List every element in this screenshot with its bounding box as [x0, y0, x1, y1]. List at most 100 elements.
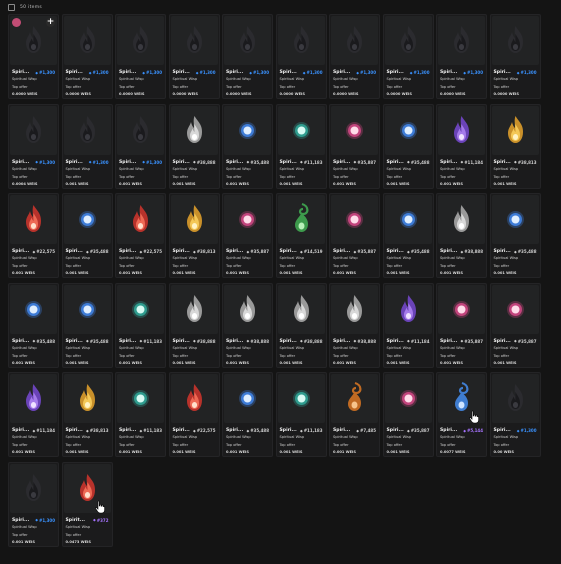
card-thumbnail[interactable]	[277, 374, 325, 423]
nft-card[interactable]: Spiri... ◆ #11,184 Spiritual Wisp Top of…	[436, 103, 487, 189]
card-thumbnail[interactable]	[224, 374, 271, 423]
card-thumbnail[interactable]	[63, 16, 111, 65]
card-thumbnail[interactable]	[63, 195, 111, 244]
card-thumbnail[interactable]	[224, 16, 271, 65]
card-thumbnail[interactable]	[491, 195, 539, 244]
nft-card[interactable]: Spiri... ◆ #14,519 Spiritual Wisp Top of…	[275, 193, 327, 278]
card-thumbnail[interactable]	[117, 195, 164, 244]
card-thumbnail[interactable]	[384, 374, 432, 423]
nft-card[interactable]: Spiri... ◆ #35,488 Spiritual Wisp Top of…	[222, 372, 273, 457]
card-thumbnail[interactable]	[170, 16, 218, 65]
card-thumbnail[interactable]	[277, 284, 325, 334]
nft-card[interactable]: Spiri... ◆ #1,300 Spiritual Wisp Top off…	[489, 372, 541, 457]
card-thumbnail[interactable]	[224, 284, 271, 334]
card-thumbnail[interactable]	[63, 374, 111, 423]
plus-icon[interactable]: +	[46, 18, 55, 27]
card-thumbnail[interactable]	[117, 16, 164, 65]
card-thumbnail[interactable]	[438, 284, 485, 334]
card-thumbnail[interactable]	[438, 16, 485, 65]
nft-card[interactable]: Spiri... ◆ #5,144 Spiritual Wisp Top off…	[436, 372, 487, 457]
checkbox-icon[interactable]	[8, 3, 15, 11]
nft-card[interactable]: Spirit... ◆ #372 Spiritual Wisp Top offe…	[61, 461, 113, 547]
nft-card[interactable]: Spiri... ◆ #35,488 Spiritual Wisp Top of…	[382, 193, 434, 278]
nft-card[interactable]: Spiri... ◆ #38,888 Spiritual Wisp Top of…	[436, 193, 487, 278]
card-thumbnail[interactable]	[63, 284, 111, 334]
nft-card[interactable]: Spiri... ◆ #35,887 Spiritual Wisp Top of…	[329, 193, 380, 278]
card-thumbnail[interactable]	[10, 195, 57, 244]
nft-card[interactable]: Spiri... ◆ #38,888 Spiritual Wisp Top of…	[275, 282, 327, 368]
nft-card[interactable]: Spiri... ◆ #38,888 Spiritual Wisp Top of…	[222, 282, 273, 368]
nft-card[interactable]: Spiri... ◆ #11,183 Spiritual Wisp Top of…	[115, 372, 166, 457]
nft-card[interactable]: Spiri... ◆ #1,300 Spiritual Wisp Top off…	[8, 103, 59, 189]
nft-card[interactable]: Spiri... ◆ #35,488 Spiritual Wisp Top of…	[8, 282, 59, 368]
card-thumbnail[interactable]	[170, 195, 218, 244]
card-thumbnail[interactable]	[117, 374, 164, 423]
card-thumbnail[interactable]	[384, 105, 432, 155]
nft-card[interactable]: Spiri... ◆ #11,183 Spiritual Wisp Top of…	[275, 372, 327, 457]
nft-card[interactable]: Spiri... ◆ #1,300 Spiritual Wisp Top off…	[115, 103, 166, 189]
nft-card[interactable]: Spiri... ◆ #35,488 Spiritual Wisp Top of…	[222, 103, 273, 189]
nft-card[interactable]: Spiri... ◆ #11,183 Spiritual Wisp Top of…	[115, 282, 166, 368]
nft-card[interactable]: Spiri... ◆ #1,300 Spiritual Wisp Top off…	[222, 14, 273, 99]
nft-card[interactable]: Spiri... ◆ #1,300 Spiritual Wisp Top off…	[382, 14, 434, 99]
nft-card[interactable]: Spiri... ◆ #11,184 Spiritual Wisp Top of…	[382, 282, 434, 368]
card-thumbnail[interactable]	[491, 16, 539, 65]
nft-card[interactable]: Spiri... ◆ #38,888 Spiritual Wisp Top of…	[168, 282, 220, 368]
card-thumbnail[interactable]	[224, 195, 271, 244]
card-thumbnail[interactable]	[170, 105, 218, 155]
card-thumbnail[interactable]	[224, 105, 271, 155]
card-thumbnail[interactable]	[438, 105, 485, 155]
nft-card[interactable]: Spiri... ◆ #1,300 Spiritual Wisp Top off…	[329, 14, 380, 99]
card-thumbnail[interactable]	[384, 195, 432, 244]
card-thumbnail[interactable]	[170, 374, 218, 423]
card-thumbnail[interactable]	[331, 284, 378, 334]
selected-marker[interactable]	[12, 18, 21, 27]
nft-card[interactable]: Spiri... ◆ #1,300 Spiritual Wisp Top off…	[61, 103, 113, 189]
nft-card[interactable]: Spiri... ◆ #38,888 Spiritual Wisp Top of…	[329, 282, 380, 368]
card-thumbnail[interactable]	[491, 105, 539, 155]
nft-card[interactable]: Spiri... ◆ #35,488 Spiritual Wisp Top of…	[382, 103, 434, 189]
card-thumbnail[interactable]	[10, 463, 57, 513]
nft-card[interactable]: Spiri... ◆ #1,300 Spiritual Wisp Top off…	[436, 14, 487, 99]
nft-card[interactable]: Spiri... ◆ #22,575 Spiritual Wisp Top of…	[168, 372, 220, 457]
nft-card[interactable]: Spiri... ◆ #35,488 Spiritual Wisp Top of…	[489, 193, 541, 278]
card-thumbnail[interactable]	[170, 284, 218, 334]
card-thumbnail[interactable]	[384, 284, 432, 334]
card-thumbnail[interactable]	[438, 195, 485, 244]
nft-card[interactable]: Spiri... ◆ #35,887 Spiritual Wisp Top of…	[329, 103, 380, 189]
nft-card[interactable]: Spiri... ◆ #1,300 Spiritual Wisp Top off…	[489, 14, 541, 99]
card-thumbnail[interactable]	[117, 105, 164, 155]
nft-card[interactable]: Spiri... ◆ #35,887 Spiritual Wisp Top of…	[489, 282, 541, 368]
nft-card[interactable]: Spiri... ◆ #1,300 Spiritual Wisp Top off…	[61, 14, 113, 99]
nft-card[interactable]: Spiri... ◆ #11,184 Spiritual Wisp Top of…	[8, 372, 59, 457]
card-thumbnail[interactable]	[10, 105, 57, 155]
nft-card[interactable]: Spiri... ◆ #1,300 Spiritual Wisp Top off…	[168, 14, 220, 99]
nft-card[interactable]: Spiri... ◆ #35,887 Spiritual Wisp Top of…	[436, 282, 487, 368]
card-thumbnail[interactable]	[331, 374, 378, 423]
nft-card[interactable]: Spiri... ◆ #22,575 Spiritual Wisp Top of…	[8, 193, 59, 278]
card-thumbnail[interactable]	[331, 195, 378, 244]
card-thumbnail[interactable]	[331, 16, 378, 65]
card-thumbnail[interactable]	[491, 374, 539, 423]
card-thumbnail[interactable]	[277, 195, 325, 244]
card-thumbnail[interactable]	[10, 284, 57, 334]
nft-card[interactable]: Spiri... ◆ #1,300 Spiritual Wisp Top off…	[115, 14, 166, 99]
card-thumbnail[interactable]	[331, 105, 378, 155]
nft-card[interactable]: Spiri... ◆ #35,488 Spiritual Wisp Top of…	[61, 282, 113, 368]
card-thumbnail[interactable]	[117, 284, 164, 334]
nft-card[interactable]: Spiri... ◆ #1,300 Spiritual Wisp Top off…	[8, 461, 59, 547]
card-thumbnail[interactable]	[491, 284, 539, 334]
nft-card[interactable]: Spiri... ◆ #35,488 Spiritual Wisp Top of…	[61, 193, 113, 278]
nft-card[interactable]: Spiri... ◆ #38,888 Spiritual Wisp Top of…	[168, 103, 220, 189]
nft-card[interactable]: Spiri... ◆ #1,300 Spiritual Wisp Top off…	[8, 14, 59, 99]
nft-card[interactable]: Spiri... ◆ #35,887 Spiritual Wisp Top of…	[382, 372, 434, 457]
card-thumbnail[interactable]	[10, 374, 57, 423]
nft-card[interactable]: Spiri... ◆ #1,300 Spiritual Wisp Top off…	[275, 14, 327, 99]
nft-card[interactable]: Spiri... ◆ #38,813 Spiritual Wisp Top of…	[489, 103, 541, 189]
nft-card[interactable]: Spiri... ◆ #7,485 Spiritual Wisp Top off…	[329, 372, 380, 457]
nft-card[interactable]: Spiri... ◆ #11,183 Spiritual Wisp Top of…	[275, 103, 327, 189]
nft-card[interactable]: Spiri... ◆ #38,813 Spiritual Wisp Top of…	[61, 372, 113, 457]
nft-card[interactable]: Spiri... ◆ #35,887 Spiritual Wisp Top of…	[222, 193, 273, 278]
card-thumbnail[interactable]	[384, 16, 432, 65]
nft-card[interactable]: Spiri... ◆ #22,575 Spiritual Wisp Top of…	[115, 193, 166, 278]
